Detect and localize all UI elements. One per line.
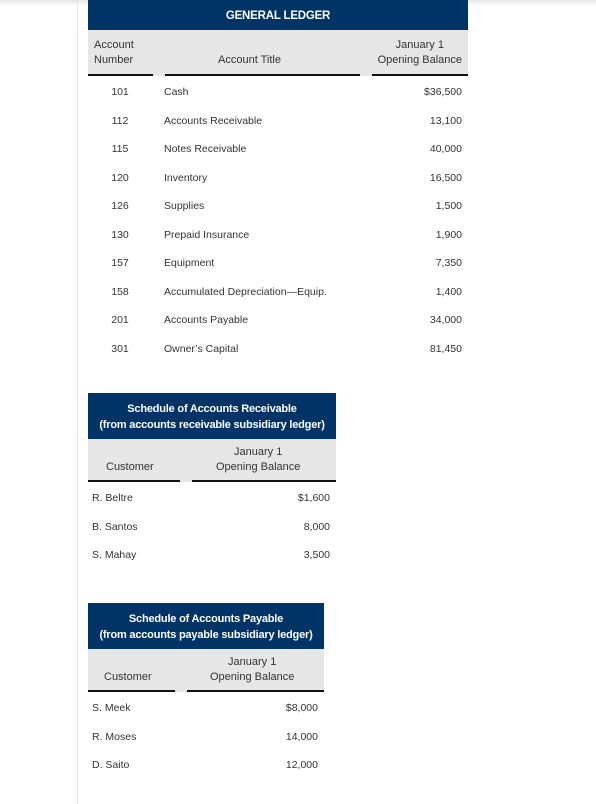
table-row: B. Santos 8,000 [88, 514, 336, 543]
accounts-payable-schedule: Schedule of Accounts Payable (from accou… [88, 603, 324, 781]
ar-schedule-rows: R. Beltre $1,600 B. Santos 8,000 S. Mahay 3,5… [88, 482, 336, 571]
header-underline [88, 480, 180, 482]
header-underline [165, 74, 360, 76]
ap-schedule-header: Customer January 1 Opening Balance [88, 649, 324, 692]
account-number: 301 [111, 342, 129, 355]
account-number: 101 [111, 86, 129, 98]
table-row: 201 Accounts Payable 34,000 [88, 307, 468, 336]
opening-balance: 3,500 [303, 549, 330, 561]
table-row: 158 Accumulated Depreciation—Equip. 1,400 [88, 279, 468, 308]
opening-balance: 13,100 [429, 114, 462, 127]
header-underline [187, 690, 324, 692]
header-underline [88, 74, 153, 76]
customer-name: S. Meek [92, 702, 131, 714]
account-title: Prepaid Insurance [164, 228, 250, 241]
customer-name: R. Beltre [92, 492, 133, 504]
account-number: 130 [111, 228, 129, 241]
ap-schedule-rows: S. Meek $8,000 R. Moses 14,000 D. Saito 12,00… [88, 692, 324, 781]
customer-name: R. Moses [92, 730, 137, 743]
account-number: 115 [111, 143, 129, 155]
table-row: 130 Prepaid Insurance 1,900 [88, 222, 468, 251]
account-title-header: Account Title [218, 54, 281, 66]
account-number-header: Account Number [94, 39, 134, 66]
account-title: Cash [164, 86, 189, 98]
account-title: Supplies [164, 200, 205, 212]
table-row: D. Saito 12,000 [88, 752, 324, 781]
account-title: Accumulated Depreciation—Equip. [164, 285, 327, 298]
ar-schedule-title: Schedule of Accounts Receivable (from ac… [88, 393, 336, 439]
table-row: S. Mahay 3,500 [88, 542, 336, 571]
header-underline [88, 690, 175, 692]
opening-balance: 1,400 [435, 285, 462, 298]
opening-balance: $36,500 [424, 86, 462, 98]
account-number: 126 [111, 200, 129, 212]
opening-balance-header: January 1 Opening Balance [377, 39, 462, 66]
account-title: Owner’s Capital [164, 342, 239, 355]
account-title: Equipment [164, 257, 215, 269]
opening-balance: 16,500 [429, 171, 462, 184]
opening-balance: 40,000 [429, 143, 462, 155]
opening-balance: $8,000 [285, 702, 318, 714]
header-underline [372, 74, 468, 76]
table-row: 126 Supplies 1,500 [88, 193, 468, 222]
table-row: S. Meek $8,000 [88, 695, 324, 724]
customer-name: B. Santos [92, 520, 138, 533]
account-title: Accounts Payable [164, 314, 249, 326]
account-title: Notes Receivable [164, 143, 247, 155]
table-row: 112 Accounts Receivable 13,100 [88, 108, 468, 137]
account-number: 201 [111, 314, 129, 326]
customer-header: Customer [104, 671, 152, 683]
opening-balance: 81,450 [429, 342, 462, 355]
account-number: 112 [111, 114, 129, 127]
account-number: 158 [111, 285, 129, 298]
opening-balance: 1,900 [435, 228, 462, 241]
account-number: 157 [111, 257, 129, 269]
ap-schedule-title: Schedule of Accounts Payable (from accou… [88, 603, 324, 649]
customer-name: D. Saito [92, 759, 130, 771]
table-row: 101 Cash $36,500 [88, 79, 468, 108]
table-row: 301 Owner’s Capital 81,450 [88, 336, 468, 365]
customer-header: Customer [106, 461, 154, 473]
customer-name: S. Mahay [92, 549, 137, 561]
table-row: R. Beltre $1,600 [88, 485, 336, 514]
general-ledger-rows: 101 Cash $36,500 112 Accounts Receivable 13,1… [88, 76, 468, 364]
account-title: Inventory [164, 171, 208, 184]
account-title: Accounts Receivable [164, 114, 263, 127]
accounts-receivable-schedule: Schedule of Accounts Receivable (from ac… [88, 393, 336, 571]
table-row: 120 Inventory 16,500 [88, 165, 468, 194]
opening-balance: $1,600 [297, 492, 330, 504]
header-underline [192, 480, 336, 482]
page-divider [77, 0, 78, 804]
general-ledger-title: GENERAL LEDGER [88, 0, 468, 30]
opening-balance: 1,500 [435, 200, 462, 212]
table-row: R. Moses 14,000 [88, 724, 324, 753]
general-ledger-table: GENERAL LEDGER Account Number Account Ti… [88, 0, 468, 364]
table-row: 157 Equipment 7,350 [88, 250, 468, 279]
opening-balance: 34,000 [429, 314, 462, 326]
general-ledger-header: Account Number Account Title January 1 O… [88, 30, 468, 76]
opening-balance: 8,000 [303, 520, 330, 533]
opening-balance-header: January 1 Opening Balance [216, 446, 301, 473]
opening-balance: 12,000 [285, 759, 318, 771]
opening-balance-header: January 1 Opening Balance [210, 656, 295, 683]
account-number: 120 [111, 171, 129, 184]
opening-balance: 14,000 [285, 730, 318, 743]
ar-schedule-header: Customer January 1 Opening Balance [88, 439, 336, 482]
table-row: 115 Notes Receivable 40,000 [88, 136, 468, 165]
opening-balance: 7,350 [435, 257, 462, 269]
